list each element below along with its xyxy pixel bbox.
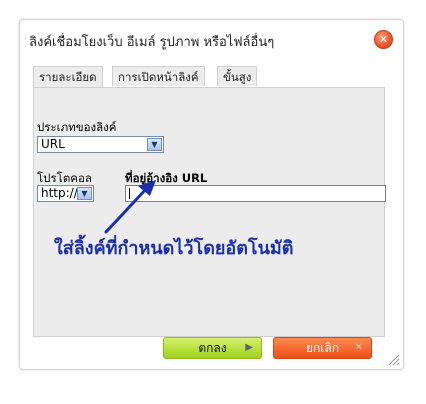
link-dialog: ลิงค์เชื่อมโยงเว็บ อีเมล์ รูปภาพ หรือไฟล… [19, 19, 404, 370]
play-icon: ▶ [245, 342, 253, 353]
ok-button[interactable]: ตกลง ▶ [163, 337, 262, 359]
cancel-button[interactable]: ยกเลิก ✕ [273, 337, 372, 359]
resize-grip-icon[interactable] [388, 354, 400, 366]
tab-details[interactable]: รายละเอียด [33, 66, 103, 87]
annotation-text: ใส่ลิ้งค์ที่กำหนดไว้โดยอัตโนมัติ [54, 238, 294, 259]
cancel-label: ยกเลิก [305, 341, 340, 355]
ok-label: ตกลง [198, 341, 227, 355]
close-icon: ✕ [354, 342, 363, 353]
